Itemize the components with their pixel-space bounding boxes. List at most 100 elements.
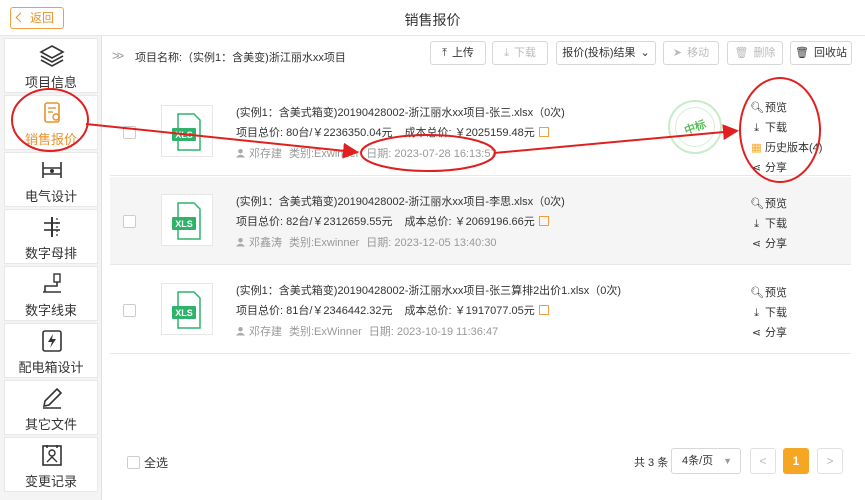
history-label: 历史版本(4)	[765, 142, 823, 154]
edit-icon[interactable]	[538, 216, 549, 226]
page-title: 销售报价	[404, 12, 461, 28]
row-checkbox[interactable]	[123, 126, 136, 139]
preview-label: 预览	[765, 102, 787, 114]
search-icon: 🔍︎	[750, 102, 764, 114]
file-meta: 邓存建 类别:Exwinner 日期: 2023-07-28 16:13:57	[236, 145, 497, 161]
total-price: 项目总价: 82台/￥2312659.55元	[236, 216, 393, 228]
page-size-select[interactable]: 4条/页 ▼	[671, 448, 741, 474]
xls-label: XLS	[175, 219, 193, 229]
sidebar-item-digital-harness[interactable]: 数字线束	[4, 266, 98, 321]
breadcrumb: 项目名称:（实例1：含美变)浙江丽水xx项目	[135, 52, 346, 64]
chevron-down-icon: ⌄	[640, 47, 650, 59]
xls-file-icon: XLS	[161, 194, 213, 246]
date: 日期: 2023-12-05 13:40:30	[366, 237, 497, 249]
quote-result-label: 报价(投标)结果	[562, 47, 636, 59]
cost-price: 成本总价: ￥1917077.05元	[404, 305, 535, 317]
sidebar-item-label: 配电箱设计	[18, 360, 84, 375]
row-actions: 🔍︎预览 ⤓ 下载 ⋖ 分享	[750, 194, 787, 254]
search-icon: 🔍︎	[750, 287, 764, 299]
cost-price: 成本总价: ￥2069196.66元	[404, 216, 535, 228]
quote-result-dropdown[interactable]: 报价(投标)结果 ⌄	[556, 41, 656, 65]
move-button[interactable]: ➤ 移动	[663, 41, 719, 65]
upload-button[interactable]: ⤒ 上传	[430, 41, 486, 65]
chevron-down-icon: ▼	[723, 456, 732, 466]
file-row[interactable]: XLS (实例1：含美式箱变)20190428002-浙江丽水xx项目-张三算排…	[110, 266, 851, 354]
share-label: 分享	[765, 238, 787, 250]
sidebar-item-label: 数字线束	[24, 303, 77, 318]
sidebar-item-label: 其它文件	[24, 417, 77, 432]
send-icon: ➤	[672, 47, 683, 59]
sidebar-item-label: 数字母排	[24, 246, 77, 261]
download-icon: ⤓	[754, 307, 759, 319]
preview-action[interactable]: 🔍︎预览	[750, 283, 787, 303]
sidebar-item-electrical-design[interactable]: 电气设计	[4, 152, 98, 207]
sidebar-item-project-info[interactable]: 项目信息	[4, 38, 98, 93]
file-row[interactable]: XLS (实例1：含美式箱变)20190428002-浙江丽水xx项目-张三.x…	[110, 88, 851, 176]
search-icon: 🔍︎	[750, 198, 764, 210]
share-label: 分享	[765, 162, 787, 174]
edit-icon[interactable]	[538, 127, 549, 137]
upload-label: 上传	[451, 47, 474, 59]
row-checkbox[interactable]	[123, 304, 136, 317]
preview-label: 预览	[765, 198, 787, 210]
pen-icon	[42, 387, 63, 409]
download-label: 下载	[765, 307, 787, 319]
sidebar-item-distribution-box[interactable]: 配电箱设计	[4, 323, 98, 378]
trash-icon: 🗑	[734, 47, 749, 59]
history-version-action[interactable]: ▦ 历史版本(4)	[750, 138, 822, 158]
next-page-button[interactable]: >	[817, 448, 843, 474]
record-icon	[42, 445, 62, 466]
recycle-bin-button[interactable]: 🗑 回收站	[790, 41, 852, 65]
share-action[interactable]: ⋖ 分享	[750, 234, 787, 254]
download-action[interactable]: ⤓ 下载	[750, 303, 787, 323]
select-all-checkbox[interactable]	[127, 456, 140, 469]
expand-chevron-icon[interactable]: >>	[112, 48, 124, 63]
download-button[interactable]: ⤓ 下载	[492, 41, 548, 65]
author: 邓存建	[249, 148, 282, 160]
sidebar-item-label: 电气设计	[24, 189, 77, 204]
file-prices: 项目总价: 81台/￥2346442.32元 成本总价: ￥1917077.05元	[236, 302, 549, 318]
prev-page-button[interactable]: <	[750, 448, 776, 474]
preview-action[interactable]: 🔍︎预览	[750, 98, 822, 118]
author: 邓鑫涛	[249, 237, 282, 249]
sidebar-item-sales-quote[interactable]: 销售报价	[4, 95, 98, 150]
recycle-bin-icon: 🗑	[795, 47, 809, 59]
recycle-label: 回收站	[813, 47, 847, 59]
page-size-value: 4条/页	[682, 455, 714, 467]
grid-icon: ▦	[751, 142, 762, 154]
user-icon	[236, 326, 245, 336]
top-bar: 返回 销售报价	[0, 0, 865, 36]
sidebar-item-other-files[interactable]: 其它文件	[4, 380, 98, 435]
sidebar-item-digital-busbar[interactable]: 数字母排	[4, 209, 98, 264]
row-actions: 🔍︎预览 ⤓ 下载 ▦ 历史版本(4) ⋖ 分享	[750, 98, 822, 178]
total-price: 项目总价: 81台/￥2346442.32元	[236, 305, 393, 317]
row-checkbox[interactable]	[123, 215, 136, 228]
download-action[interactable]: ⤓ 下载	[750, 118, 822, 138]
share-action[interactable]: ⋖ 分享	[750, 323, 787, 343]
download-label: 下载	[513, 47, 536, 59]
file-prices: 项目总价: 80台/￥2236350.04元 成本总价: ￥2025159.48元	[236, 124, 549, 140]
file-name[interactable]: (实例1：含美式箱变)20190428002-浙江丽水xx项目-李思.xlsx（…	[236, 193, 565, 209]
upload-icon: ⤒	[442, 47, 447, 59]
sidebar-item-change-log[interactable]: 变更记录	[4, 437, 98, 492]
file-name[interactable]: (实例1：含美式箱变)20190428002-浙江丽水xx项目-张三.xlsx（…	[236, 104, 565, 120]
delete-label: 删除	[753, 47, 776, 59]
user-icon	[236, 148, 245, 158]
download-action[interactable]: ⤓ 下载	[750, 214, 787, 234]
edit-icon[interactable]	[538, 305, 549, 315]
share-icon: ⋖	[751, 238, 762, 250]
file-prices: 项目总价: 82台/￥2312659.55元 成本总价: ￥2069196.66元	[236, 213, 549, 229]
date: 日期: 2023-10-19 11:36:47	[368, 326, 499, 338]
preview-action[interactable]: 🔍︎预览	[750, 194, 787, 214]
file-row[interactable]: XLS (实例1：含美式箱变)20190428002-浙江丽水xx项目-李思.x…	[110, 177, 851, 265]
file-name[interactable]: (实例1：含美式箱变)20190428002-浙江丽水xx项目-张三算排2出价1…	[236, 282, 621, 298]
current-page-button[interactable]: 1	[783, 448, 809, 474]
share-action[interactable]: ⋖ 分享	[750, 158, 822, 178]
file-meta: 邓存建 类别:ExWinner 日期: 2023-10-19 11:36:47	[236, 323, 498, 339]
quote-document-icon	[44, 102, 60, 123]
download-label: 下载	[765, 218, 787, 230]
sidebar-item-label: 项目信息	[24, 75, 77, 90]
total-count: 共 3 条	[634, 457, 669, 469]
delete-button[interactable]: 🗑 删除	[727, 41, 783, 65]
select-all-label[interactable]: 全选	[144, 454, 168, 471]
